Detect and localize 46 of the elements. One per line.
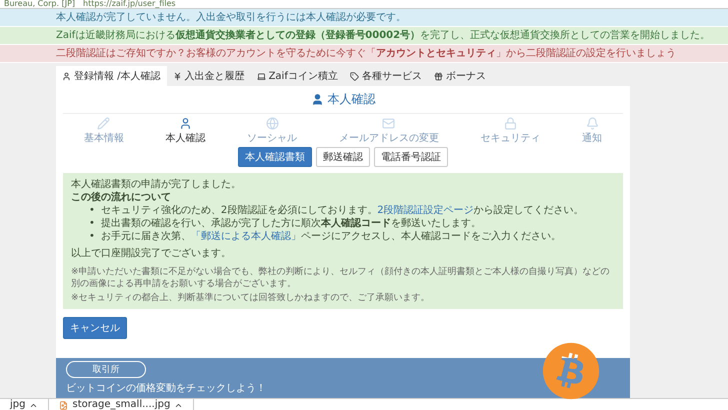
bitcoin-logo-icon [542, 342, 600, 400]
bell-icon [586, 117, 599, 130]
footer-text: ビットコインの価格変動をチェックしよう！ [66, 382, 267, 395]
completion-text: 以上で口座開設完了でございます。 [71, 247, 232, 260]
notice-subtitle: この後の流れについて [71, 191, 172, 204]
notice-title: 本人確認書類の申請が完了しました。 [71, 178, 242, 191]
note-text: ※申請いただいた書類に不足がない場合でも、弊社の判断により、セルフィ（顔付きの本人証明書類とご本人様の自撮り写真）などの別の画像による再申請をお願いする場合がございます。 [71, 266, 611, 290]
globe-icon [266, 117, 279, 130]
bullet-marker: • [89, 230, 95, 243]
sub-tab[interactable]: 本人確認書類 [238, 147, 312, 167]
text-link[interactable]: 「郵送による本人確認」 [190, 231, 301, 242]
nav-tab[interactable]: 登録情報 /本人確認 [56, 66, 167, 86]
bullet-text: 提出書類の確認を行い、承認が完了した方に順次本人確認コードを郵送いたします。 [100, 217, 482, 230]
lock-icon [504, 117, 517, 130]
note-text: ※セキュリティの都合上、判断基準については回答致しかねますので、ご了承願います。 [71, 292, 431, 304]
gift-icon [434, 72, 443, 80]
envelope-icon [382, 117, 396, 130]
page-url: https://zaif.jp/user_files [83, 0, 176, 8]
bullet-marker: • [89, 217, 95, 230]
user-icon [310, 93, 324, 106]
sub-tab[interactable]: 電話番号認証 [374, 147, 448, 167]
bullet-marker: • [89, 204, 95, 217]
nav-tab[interactable]: ボーナス [428, 66, 492, 86]
sub-tab[interactable]: 郵送確認 [316, 147, 370, 167]
cancel-button[interactable]: キャンセル [63, 317, 127, 339]
text-link[interactable]: 2段階認証設定ページ [377, 205, 474, 216]
pencil-icon [97, 117, 110, 130]
bullet-text: セキュリティ強化のため、2段階認証を必須にしております。2段階認証設定ページから設定してください。 [100, 204, 585, 217]
step-link[interactable]: 本人確認 [165, 131, 206, 145]
nav-tab[interactable]: Zaifコイン積立 [250, 66, 344, 86]
download-item[interactable]: jpg [0, 399, 50, 410]
download-item[interactable]: storage_small....jpg [49, 399, 194, 410]
nav-tab[interactable]: 入出金と履歴 [166, 66, 251, 86]
laptop-icon [256, 72, 266, 80]
tag-icon [350, 72, 359, 80]
bullet-text: お手元に届き次第、「郵送による本人確認」ページにアクセスし、本人確認コードをご入力ください。 [100, 230, 562, 243]
alert-banner: Zaifは近畿財務局における仮想通貨交換業者としての登録（登録番号00002号）を完了し、正式な仮想通貨交換所としての営業を開始しました。 [0, 27, 728, 45]
user-icon [62, 72, 71, 80]
alert-banner: 二段階認証はご存知ですか？お客様のアカウントを守るために今すぐ「アカウントとセキュリティ」から二段階認証の設定を行いましょう [0, 45, 728, 63]
nav-tab[interactable]: 各種サービス [344, 66, 428, 86]
site-name: Bureau, Corp. [JP] [4, 0, 76, 8]
alert-banner: 本人確認が完了していません。入出金や取引を行うには本人確認が必要です。 [0, 9, 728, 27]
panel-title: 本人確認 [328, 91, 376, 108]
file-icon [59, 400, 68, 410]
user-icon [178, 117, 192, 130]
yen-icon [172, 72, 182, 80]
